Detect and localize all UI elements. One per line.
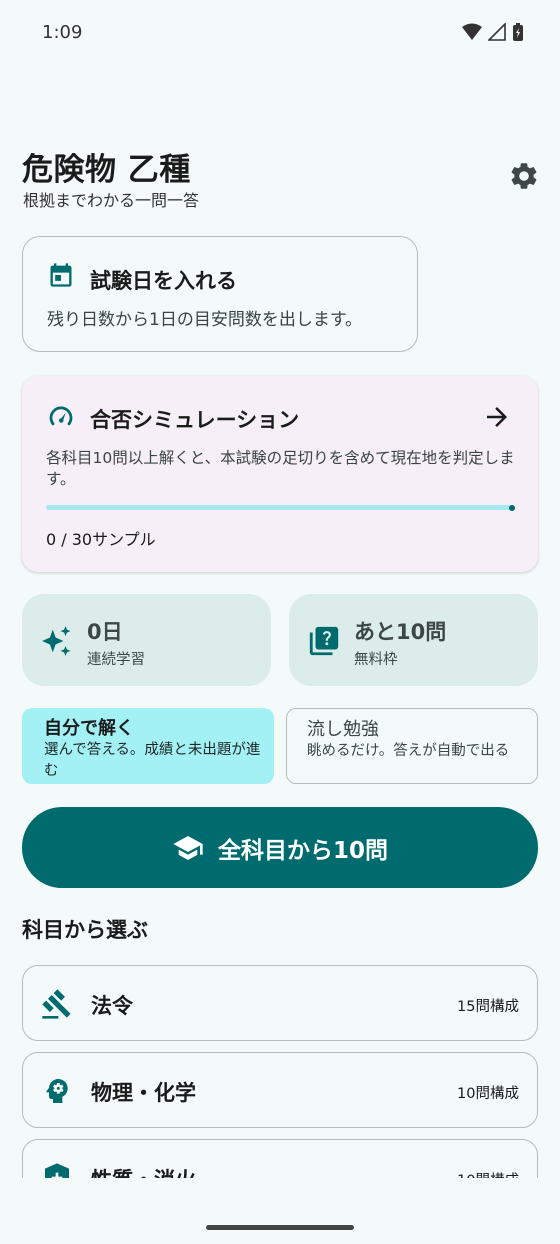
- subject-question-count: 10問構成: [457, 1086, 519, 1102]
- free-quota-value: あと10問: [354, 620, 447, 644]
- simulation-description: 各科目10問以上解くと、本試験の足切りを含めて現在地を判定します。: [46, 449, 515, 488]
- streak-value: 0日: [87, 620, 123, 644]
- simulation-progress-bar: [46, 505, 514, 510]
- subject-item-physics-chemistry[interactable]: 物理・化学 10問構成: [22, 1052, 538, 1128]
- streak-label: 連続学習: [87, 652, 145, 668]
- subject-name: 法令: [91, 994, 133, 1018]
- school-cap-icon: [173, 835, 203, 860]
- mode-browse-button[interactable]: 流し勉強 眺めるだけ。答えが自動で出る: [286, 708, 538, 784]
- free-quota-stat: あと10問 無料枠: [289, 594, 538, 686]
- app-title: 危険物 乙種: [22, 152, 191, 188]
- subjects-section-title: 科目から選ぶ: [22, 918, 148, 942]
- mode-browse-description: 眺めるだけ。答えが自動で出る: [307, 743, 510, 759]
- wifi-icon: [462, 23, 482, 40]
- pass-simulation-card[interactable]: 合否シミュレーション 各科目10問以上解くと、本試験の足切りを含めて現在地を判定…: [22, 376, 538, 572]
- exam-date-description: 残り日数から1日の目安問数を出します。: [47, 310, 363, 330]
- mode-browse-title: 流し勉強: [307, 719, 379, 740]
- mode-solve-title: 自分で解く: [44, 718, 134, 739]
- subject-question-count: 10問構成: [457, 1169, 519, 1178]
- gesture-nav-handle[interactable]: [206, 1225, 354, 1230]
- mode-solve-button[interactable]: 自分で解く 選んで答える。成績と未出題が進む: [22, 708, 274, 784]
- start-all-subjects-button[interactable]: 全科目から10問: [22, 807, 538, 888]
- streak-stat: 0日 連続学習: [22, 594, 271, 686]
- simulation-progress-text: 0 / 30サンプル: [46, 530, 156, 549]
- subject-item-law[interactable]: 法令 15問構成: [22, 965, 538, 1041]
- sparkles-icon: [42, 626, 71, 656]
- battery-icon: [513, 23, 523, 41]
- free-quota-label: 無料枠: [354, 652, 398, 668]
- status-time: 1:09: [42, 22, 83, 43]
- app-subtitle: 根拠までわかる一問一答: [23, 191, 200, 210]
- start-button-label: 全科目から10問: [217, 837, 388, 864]
- subject-question-count: 15問構成: [457, 999, 519, 1015]
- subject-item-properties-extinguishing[interactable]: 性質・消火 10問構成: [22, 1139, 538, 1178]
- arrow-right-icon[interactable]: [482, 402, 512, 432]
- speedometer-icon: [49, 406, 73, 426]
- simulation-title: 合否シミュレーション: [90, 408, 300, 432]
- psychology-icon: [46, 1079, 68, 1103]
- gavel-icon: [42, 989, 71, 1019]
- status-icons: [462, 22, 524, 42]
- subject-name: 物理・化学: [91, 1081, 196, 1105]
- quiz-icon: [309, 626, 339, 656]
- exam-date-title: 試験日を入れる: [90, 269, 237, 293]
- exam-date-card[interactable]: 試験日を入れる 残り日数から1日の目安問数を出します。: [22, 236, 418, 352]
- mode-solve-description: 選んで答える。成績と未出題が進む: [44, 742, 261, 779]
- signal-icon: [488, 23, 506, 41]
- simulation-progress-end-dot: [509, 505, 515, 511]
- shield-plus-icon: [45, 1163, 69, 1178]
- settings-gear-icon[interactable]: [508, 160, 540, 192]
- calendar-icon: [50, 263, 72, 287]
- subject-name: 性質・消火: [91, 1164, 196, 1178]
